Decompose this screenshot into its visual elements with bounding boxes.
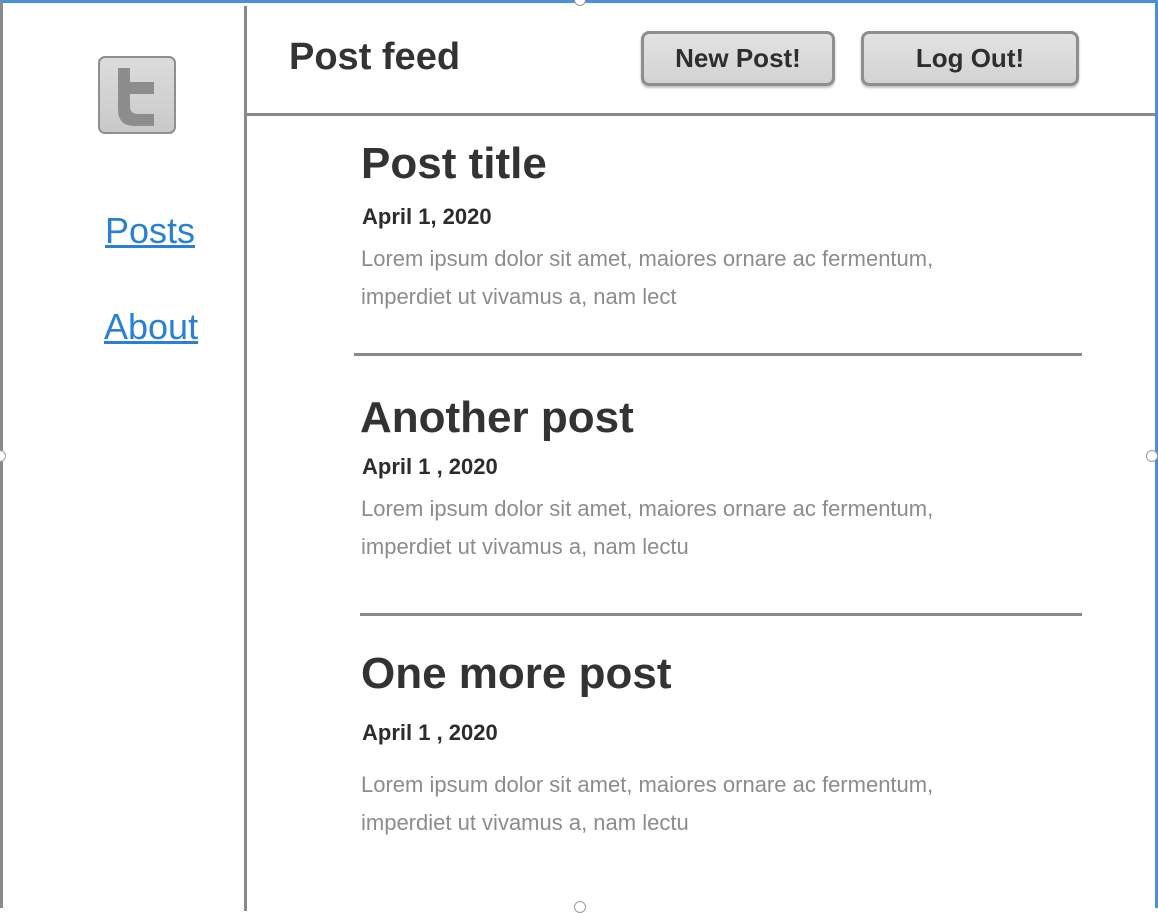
new-post-button[interactable]: New Post!	[641, 31, 835, 86]
wireframe-canvas: Posts About Post feed New Post! Log Out!…	[0, 0, 1158, 913]
sidebar-item-posts[interactable]: Posts	[105, 210, 195, 252]
log-out-button[interactable]: Log Out!	[861, 31, 1079, 86]
sidebar-item-about[interactable]: About	[104, 306, 198, 348]
post-divider	[360, 613, 1082, 616]
header: Post feed New Post! Log Out!	[247, 6, 1155, 116]
post-divider	[354, 353, 1082, 356]
post-body: Lorem ipsum dolor sit amet, maiores orna…	[361, 772, 934, 835]
post-title[interactable]: One more post	[361, 649, 672, 699]
post-title[interactable]: Post title	[361, 139, 547, 189]
selection-handle-bottom[interactable]	[574, 901, 586, 913]
post-date: April 1 , 2020	[362, 454, 498, 479]
selection-handle-right[interactable]	[1146, 450, 1158, 462]
page-title: Post feed	[289, 36, 461, 78]
post-date: April 1 , 2020	[362, 720, 498, 745]
post-date: April 1, 2020	[362, 204, 492, 229]
post-body: Lorem ipsum dolor sit amet, maiores orna…	[361, 496, 934, 559]
sidebar: Posts About	[6, 6, 247, 911]
twitter-logo-icon[interactable]	[98, 56, 176, 134]
post-body: Lorem ipsum dolor sit amet, maiores orna…	[361, 246, 934, 309]
post-title[interactable]: Another post	[360, 393, 634, 443]
